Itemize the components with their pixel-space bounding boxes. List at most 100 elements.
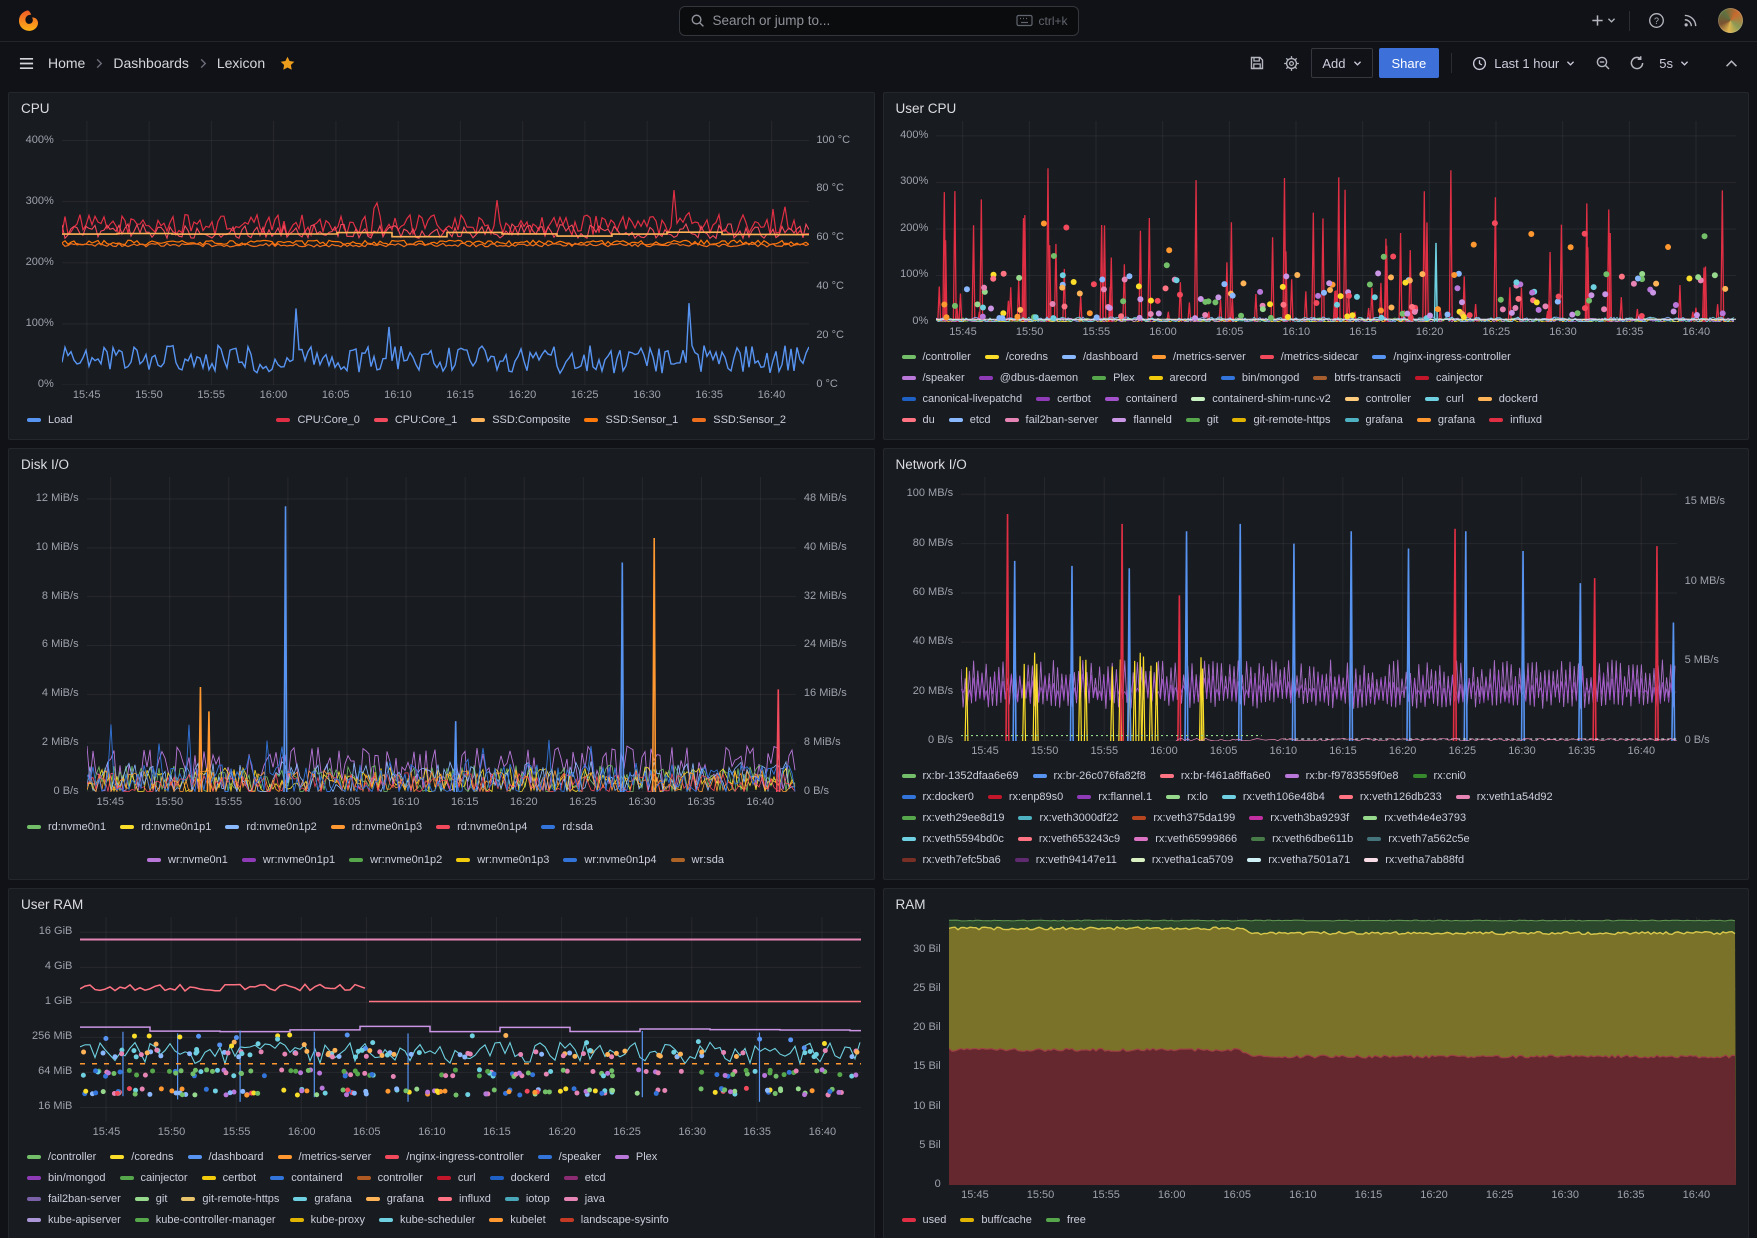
time-series-chart[interactable]: 100 MB/s80 MB/s60 MB/s40 MB/s20 MB/s0 B/… bbox=[896, 477, 1737, 871]
legend-item[interactable]: curl bbox=[437, 1172, 476, 1184]
time-series-chart[interactable]: 400%300%200%100%0%100 °C80 °C60 °C40 °C2… bbox=[21, 121, 862, 431]
legend-item[interactable]: grafana bbox=[1345, 414, 1403, 426]
legend-item[interactable]: @dbus-daemon bbox=[979, 372, 1078, 384]
legend-item[interactable]: rd:nvme0n1p3 bbox=[331, 821, 422, 833]
legend-item[interactable]: fail2ban-server bbox=[1005, 414, 1099, 426]
panel-title[interactable]: CPU bbox=[21, 99, 862, 119]
legend-item[interactable]: SSD:Sensor_1 bbox=[584, 414, 678, 426]
search-input[interactable]: Search or jump to... ctrl+k bbox=[679, 6, 1079, 36]
legend-item[interactable]: rx:veth653243c9 bbox=[1018, 833, 1120, 845]
plot-area[interactable] bbox=[961, 477, 1677, 741]
breadcrumb-dashboards[interactable]: Dashboards bbox=[109, 53, 193, 73]
plot-area[interactable] bbox=[936, 121, 1736, 322]
time-series-chart[interactable]: 400%300%200%100%0%15:4515:5015:5516:0016… bbox=[896, 121, 1737, 431]
legend-item[interactable]: /metrics-server bbox=[278, 1151, 372, 1163]
legend-item[interactable]: grafana bbox=[366, 1193, 424, 1205]
legend-item[interactable]: iotop bbox=[505, 1193, 550, 1205]
legend-item[interactable]: wr:nvme0n1p3 bbox=[456, 854, 549, 866]
legend-item[interactable]: rd:nvme0n1p2 bbox=[225, 821, 316, 833]
legend-item[interactable]: rx:veth5594bd0c bbox=[902, 833, 1004, 845]
share-button[interactable]: Share bbox=[1379, 48, 1440, 78]
legend-item[interactable]: fail2ban-server bbox=[27, 1193, 121, 1205]
legend-item[interactable]: /coredns bbox=[985, 351, 1048, 363]
help-button[interactable]: ? bbox=[1642, 7, 1670, 35]
legend-item[interactable]: wr:sda bbox=[671, 854, 724, 866]
breadcrumb-current[interactable]: Lexicon bbox=[213, 53, 269, 73]
time-series-chart[interactable]: 30 Bil25 Bil20 Bil15 Bil10 Bil5 Bil015:4… bbox=[896, 917, 1737, 1231]
legend-item[interactable]: rx:br-1352dfaa6e69 bbox=[902, 770, 1019, 782]
legend-item[interactable]: Plex bbox=[615, 1151, 657, 1163]
legend-item[interactable]: rx:veth65999866 bbox=[1134, 833, 1237, 845]
legend-item[interactable]: rx:veth29ee8d19 bbox=[902, 812, 1005, 824]
legend-item[interactable]: cainjector bbox=[120, 1172, 188, 1184]
legend-item[interactable]: CPU:Core_0 bbox=[276, 414, 359, 426]
plot-area[interactable] bbox=[949, 917, 1736, 1185]
legend-item[interactable]: git-remote-https bbox=[1232, 414, 1330, 426]
legend-item[interactable]: rx:br-f461a8ffa6e0 bbox=[1160, 770, 1271, 782]
legend-item[interactable]: wr:nvme0n1p4 bbox=[563, 854, 656, 866]
menu-button[interactable] bbox=[12, 49, 40, 77]
legend-item[interactable]: kube-proxy bbox=[290, 1214, 365, 1226]
legend-item[interactable]: controller bbox=[357, 1172, 423, 1184]
legend-item[interactable]: bin/mongod bbox=[27, 1172, 106, 1184]
legend-item[interactable]: controller bbox=[1345, 393, 1411, 405]
legend-item[interactable]: arecord bbox=[1149, 372, 1207, 384]
refresh-interval-picker[interactable]: 5s bbox=[1657, 48, 1697, 78]
legend-item[interactable]: rd:nvme0n1p1 bbox=[120, 821, 211, 833]
legend-item[interactable]: java bbox=[564, 1193, 605, 1205]
legend-item[interactable]: git bbox=[1186, 414, 1219, 426]
legend-item[interactable]: git-remote-https bbox=[181, 1193, 279, 1205]
legend-item[interactable]: rx:vetha7ab88fd bbox=[1364, 854, 1464, 866]
panel-title[interactable]: Network I/O bbox=[896, 455, 1737, 475]
legend-item[interactable]: rx:veth7a562c5e bbox=[1367, 833, 1469, 845]
legend-item[interactable]: buff/cache bbox=[960, 1214, 1032, 1226]
legend-item[interactable]: containerd bbox=[270, 1172, 342, 1184]
kiosk-mode-button[interactable] bbox=[1717, 49, 1745, 77]
legend-item[interactable]: certbot bbox=[1036, 393, 1091, 405]
legend-item[interactable]: rx:veth1a54d92 bbox=[1456, 791, 1553, 803]
legend-item[interactable]: rx:flannel.1 bbox=[1077, 791, 1152, 803]
panel-title[interactable]: User CPU bbox=[896, 99, 1737, 119]
legend-item[interactable]: landscape-sysinfo bbox=[560, 1214, 669, 1226]
legend-item[interactable]: rx:veth3ba9293f bbox=[1249, 812, 1349, 824]
refresh-button[interactable] bbox=[1623, 49, 1651, 77]
legend-item[interactable]: rx:veth375da199 bbox=[1132, 812, 1235, 824]
legend-item[interactable]: rx:br-f9783559f0e8 bbox=[1285, 770, 1399, 782]
legend-item[interactable]: du bbox=[902, 414, 935, 426]
legend-item[interactable]: /coredns bbox=[110, 1151, 173, 1163]
legend-item[interactable]: bin/mongod bbox=[1221, 372, 1300, 384]
legend-item[interactable]: rx:veth94147e11 bbox=[1015, 854, 1117, 866]
legend-item[interactable]: /nginx-ingress-controller bbox=[385, 1151, 523, 1163]
legend-item[interactable]: grafana bbox=[1417, 414, 1475, 426]
legend-item[interactable]: canonical-livepatchd bbox=[902, 393, 1023, 405]
legend-item[interactable]: rx:veth126db233 bbox=[1339, 791, 1442, 803]
legend-item[interactable]: /nginx-ingress-controller bbox=[1372, 351, 1510, 363]
legend-item[interactable]: rx:lo bbox=[1166, 791, 1208, 803]
legend-item[interactable]: SSD:Sensor_2 bbox=[692, 414, 786, 426]
legend-item[interactable]: /controller bbox=[27, 1151, 96, 1163]
legend-item[interactable]: rx:br-26c076fa82f8 bbox=[1033, 770, 1146, 782]
legend-item[interactable]: flanneld bbox=[1112, 414, 1172, 426]
legend-item[interactable]: rd:sda bbox=[541, 821, 593, 833]
legend-item[interactable]: rx:cni0 bbox=[1413, 770, 1466, 782]
panel-title[interactable]: User RAM bbox=[21, 895, 862, 915]
legend-item[interactable]: curl bbox=[1425, 393, 1464, 405]
panel-title[interactable]: Disk I/O bbox=[21, 455, 862, 475]
legend-item[interactable]: /controller bbox=[902, 351, 971, 363]
legend-item[interactable]: cainjector bbox=[1415, 372, 1483, 384]
legend-item[interactable]: rx:veth6dbe611b bbox=[1251, 833, 1353, 845]
plot-area[interactable] bbox=[62, 121, 809, 385]
legend-item[interactable]: rx:veth106e48b4 bbox=[1222, 791, 1325, 803]
add-panel-button[interactable]: Add bbox=[1311, 48, 1372, 78]
legend-item[interactable]: etcd bbox=[949, 414, 991, 426]
plot-area[interactable] bbox=[87, 477, 796, 792]
legend-item[interactable]: rx:enp89s0 bbox=[988, 791, 1063, 803]
legend-item[interactable]: rx:veth3000df22 bbox=[1018, 812, 1118, 824]
news-button[interactable] bbox=[1676, 7, 1704, 35]
legend-item[interactable]: Load bbox=[27, 414, 72, 426]
breadcrumb-home[interactable]: Home bbox=[44, 53, 89, 73]
save-dashboard-button[interactable] bbox=[1243, 49, 1271, 77]
legend-item[interactable]: containerd bbox=[1105, 393, 1177, 405]
legend-item[interactable]: rx:vetha1ca5709 bbox=[1131, 854, 1233, 866]
legend-item[interactable]: etcd bbox=[564, 1172, 606, 1184]
